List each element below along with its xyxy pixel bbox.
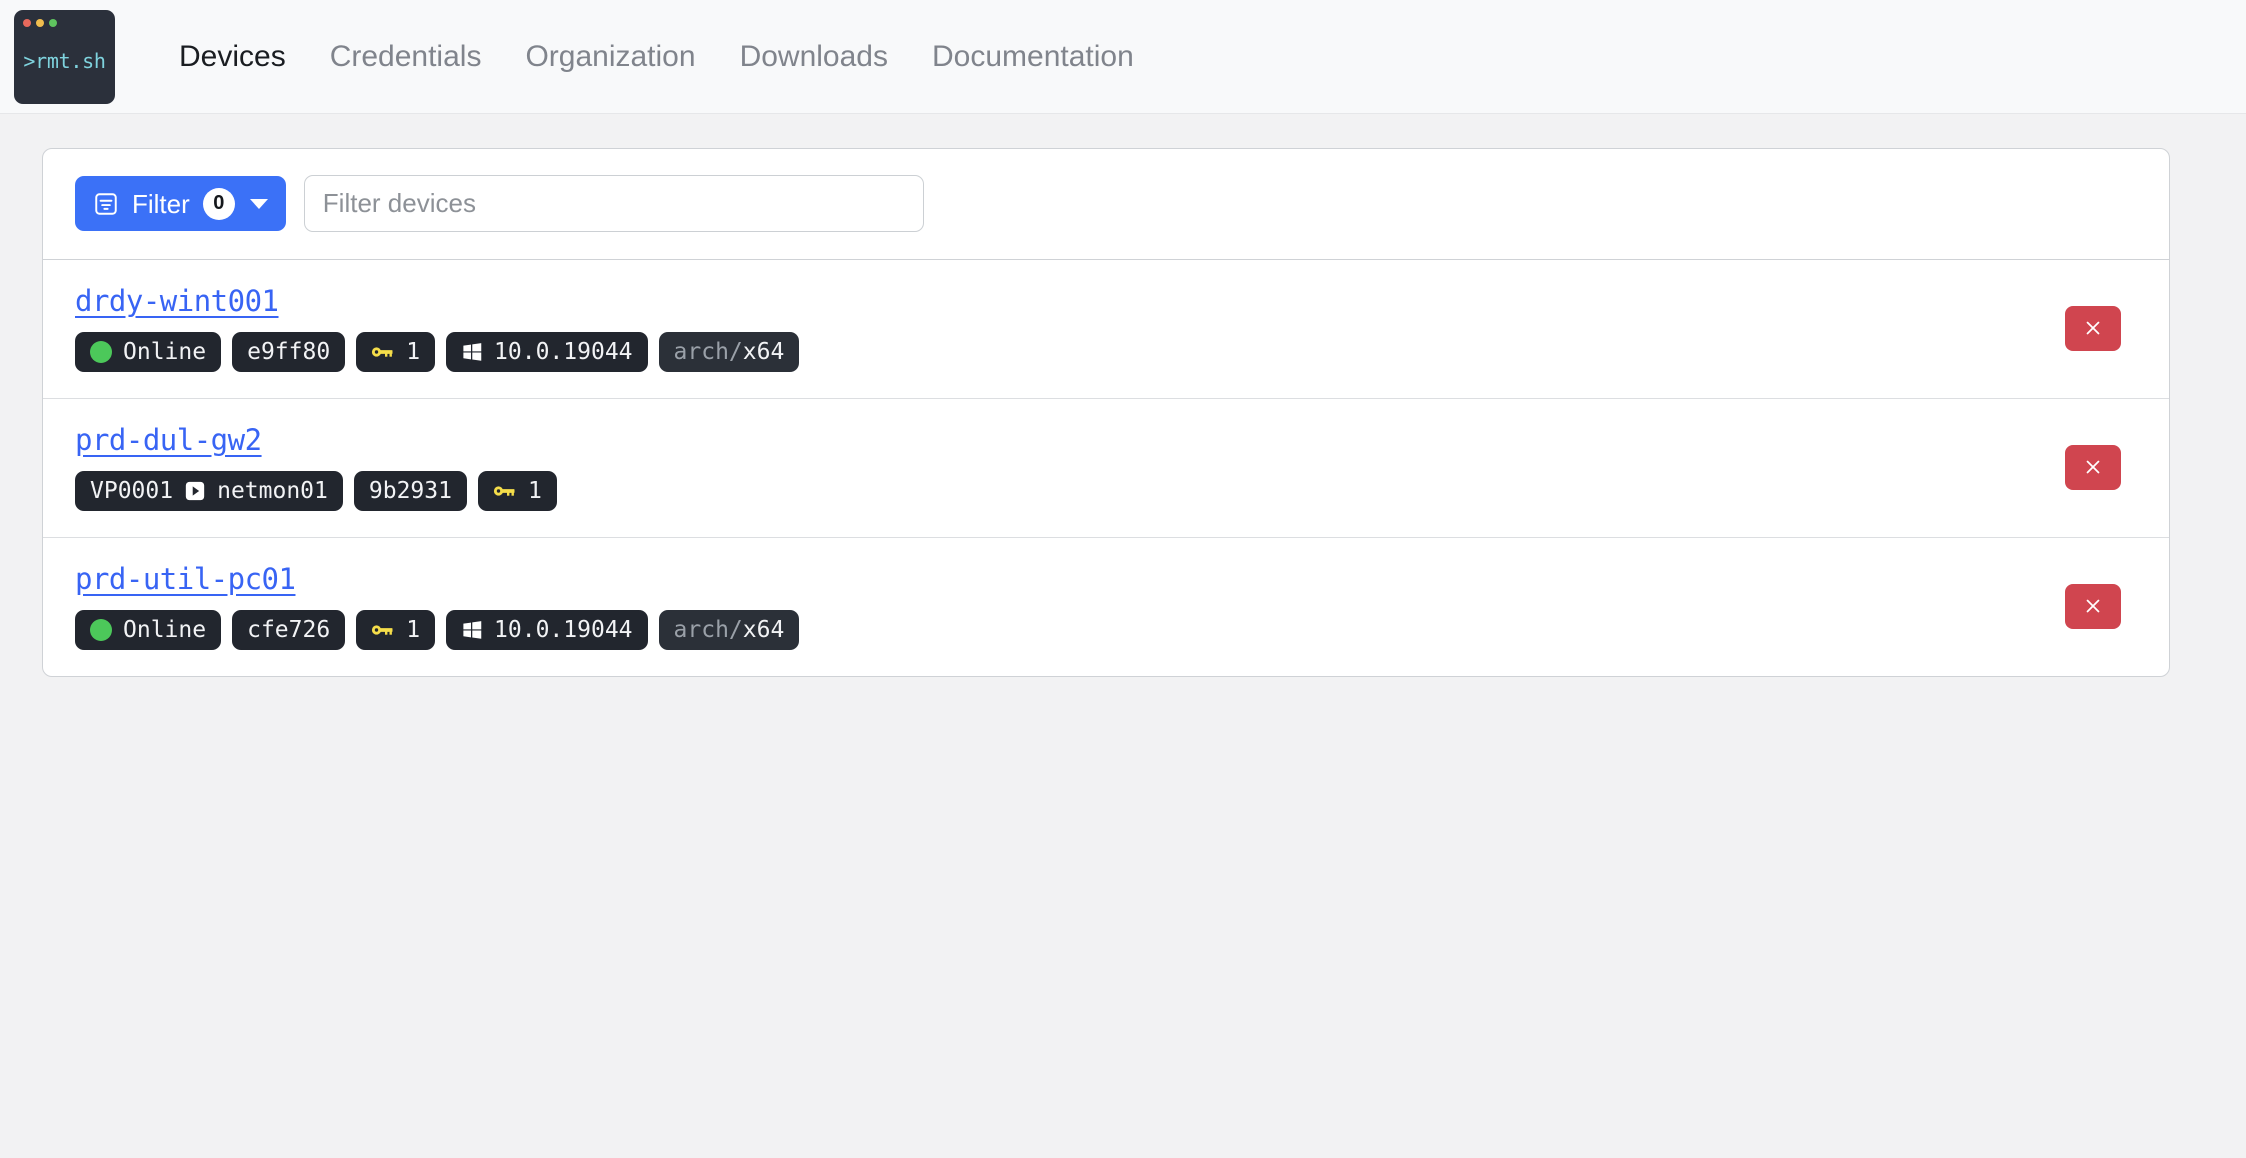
- key-icon: [493, 482, 517, 500]
- play-arrow-icon: [184, 480, 206, 502]
- windows-icon: [461, 619, 483, 641]
- status-badge: Online: [75, 610, 222, 650]
- filter-button[interactable]: Filter 0: [75, 176, 286, 231]
- status-label: Online: [123, 339, 207, 365]
- filter-button-label: Filter: [132, 188, 190, 219]
- table-row: drdy-wint001 Online e9ff80 1 10.0.19044 …: [43, 260, 2169, 399]
- device-id-value: e9ff80: [247, 339, 331, 365]
- device-name-link[interactable]: prd-util-pc01: [75, 562, 296, 596]
- keys-count: 1: [527, 478, 542, 504]
- terminal-traffic-light-dots: [23, 18, 57, 27]
- table-row: prd-util-pc01 Online cfe726 1 10.0.19044…: [43, 538, 2169, 676]
- filter-bar: Filter 0: [43, 149, 2169, 260]
- device-info: prd-dul-gw2 VP0001 netmon01 9b2931 1: [75, 423, 557, 511]
- keys-badge: 1: [356, 610, 436, 650]
- status-badge: Online: [75, 332, 222, 372]
- dot-red-icon: [23, 18, 31, 27]
- nav-item-credentials[interactable]: Credentials: [330, 40, 482, 74]
- route-badge: VP0001 netmon01: [75, 471, 343, 511]
- nav-item-downloads[interactable]: Downloads: [740, 40, 888, 74]
- route-target: netmon01: [217, 478, 328, 504]
- device-badges: Online cfe726 1 10.0.19044 arch/x64: [75, 610, 800, 650]
- architecture-badge: arch/x64: [658, 610, 800, 650]
- device-badges: VP0001 netmon01 9b2931 1: [75, 471, 557, 511]
- online-status-dot-icon: [90, 619, 112, 641]
- app-header: >rmt.sh Devices Credentials Organization…: [0, 0, 2246, 114]
- close-icon: [2086, 599, 2100, 613]
- route-source: VP0001: [90, 478, 174, 504]
- dot-yellow-icon: [36, 18, 44, 27]
- nav-item-documentation[interactable]: Documentation: [932, 40, 1134, 74]
- architecture-value: x64: [742, 339, 785, 365]
- keys-badge: 1: [356, 332, 436, 372]
- os-version-value: 10.0.19044: [494, 339, 633, 365]
- keys-badge: 1: [477, 471, 557, 511]
- architecture-prefix: arch/: [673, 339, 743, 365]
- page-body: Filter 0 drdy-wint001 Online e9ff80: [0, 114, 2246, 677]
- key-icon: [371, 343, 395, 361]
- device-name-link[interactable]: prd-dul-gw2: [75, 423, 262, 457]
- windows-icon: [461, 341, 483, 363]
- device-name-link[interactable]: drdy-wint001: [75, 284, 279, 318]
- filter-count-badge: 0: [202, 187, 235, 220]
- close-icon: [2086, 321, 2100, 335]
- keys-count: 1: [406, 617, 421, 643]
- brand-name: >rmt.sh: [23, 48, 106, 73]
- dot-green-icon: [49, 18, 57, 27]
- filter-devices-input[interactable]: [303, 175, 924, 232]
- delete-device-button[interactable]: [2065, 444, 2121, 490]
- filter-icon: [93, 191, 119, 217]
- main-navigation: Devices Credentials Organization Downloa…: [179, 40, 1134, 74]
- brand-logo[interactable]: >rmt.sh: [14, 9, 115, 104]
- architecture-badge: arch/x64: [658, 332, 800, 372]
- key-icon: [371, 621, 395, 639]
- close-icon: [2086, 460, 2100, 474]
- online-status-dot-icon: [90, 341, 112, 363]
- nav-item-organization[interactable]: Organization: [525, 40, 695, 74]
- device-id-badge: e9ff80: [232, 332, 346, 372]
- nav-item-devices[interactable]: Devices: [179, 40, 286, 74]
- os-version-badge: 10.0.19044: [446, 332, 648, 372]
- device-info: prd-util-pc01 Online cfe726 1 10.0.19044…: [75, 562, 800, 650]
- device-id-value: cfe726: [247, 617, 331, 643]
- device-id-badge: 9b2931: [353, 471, 467, 511]
- architecture-value: x64: [742, 617, 785, 643]
- keys-count: 1: [406, 339, 421, 365]
- chevron-down-icon: [249, 198, 268, 209]
- architecture-prefix: arch/: [673, 617, 743, 643]
- device-info: drdy-wint001 Online e9ff80 1 10.0.19044 …: [75, 284, 800, 372]
- device-badges: Online e9ff80 1 10.0.19044 arch/x64: [75, 332, 800, 372]
- delete-device-button[interactable]: [2065, 305, 2121, 351]
- devices-card: Filter 0 drdy-wint001 Online e9ff80: [42, 148, 2170, 677]
- os-version-badge: 10.0.19044: [446, 610, 648, 650]
- device-id-badge: cfe726: [232, 610, 346, 650]
- os-version-value: 10.0.19044: [494, 617, 633, 643]
- delete-device-button[interactable]: [2065, 583, 2121, 629]
- table-row: prd-dul-gw2 VP0001 netmon01 9b2931 1: [43, 399, 2169, 538]
- status-label: Online: [123, 617, 207, 643]
- device-id-value: 9b2931: [368, 478, 452, 504]
